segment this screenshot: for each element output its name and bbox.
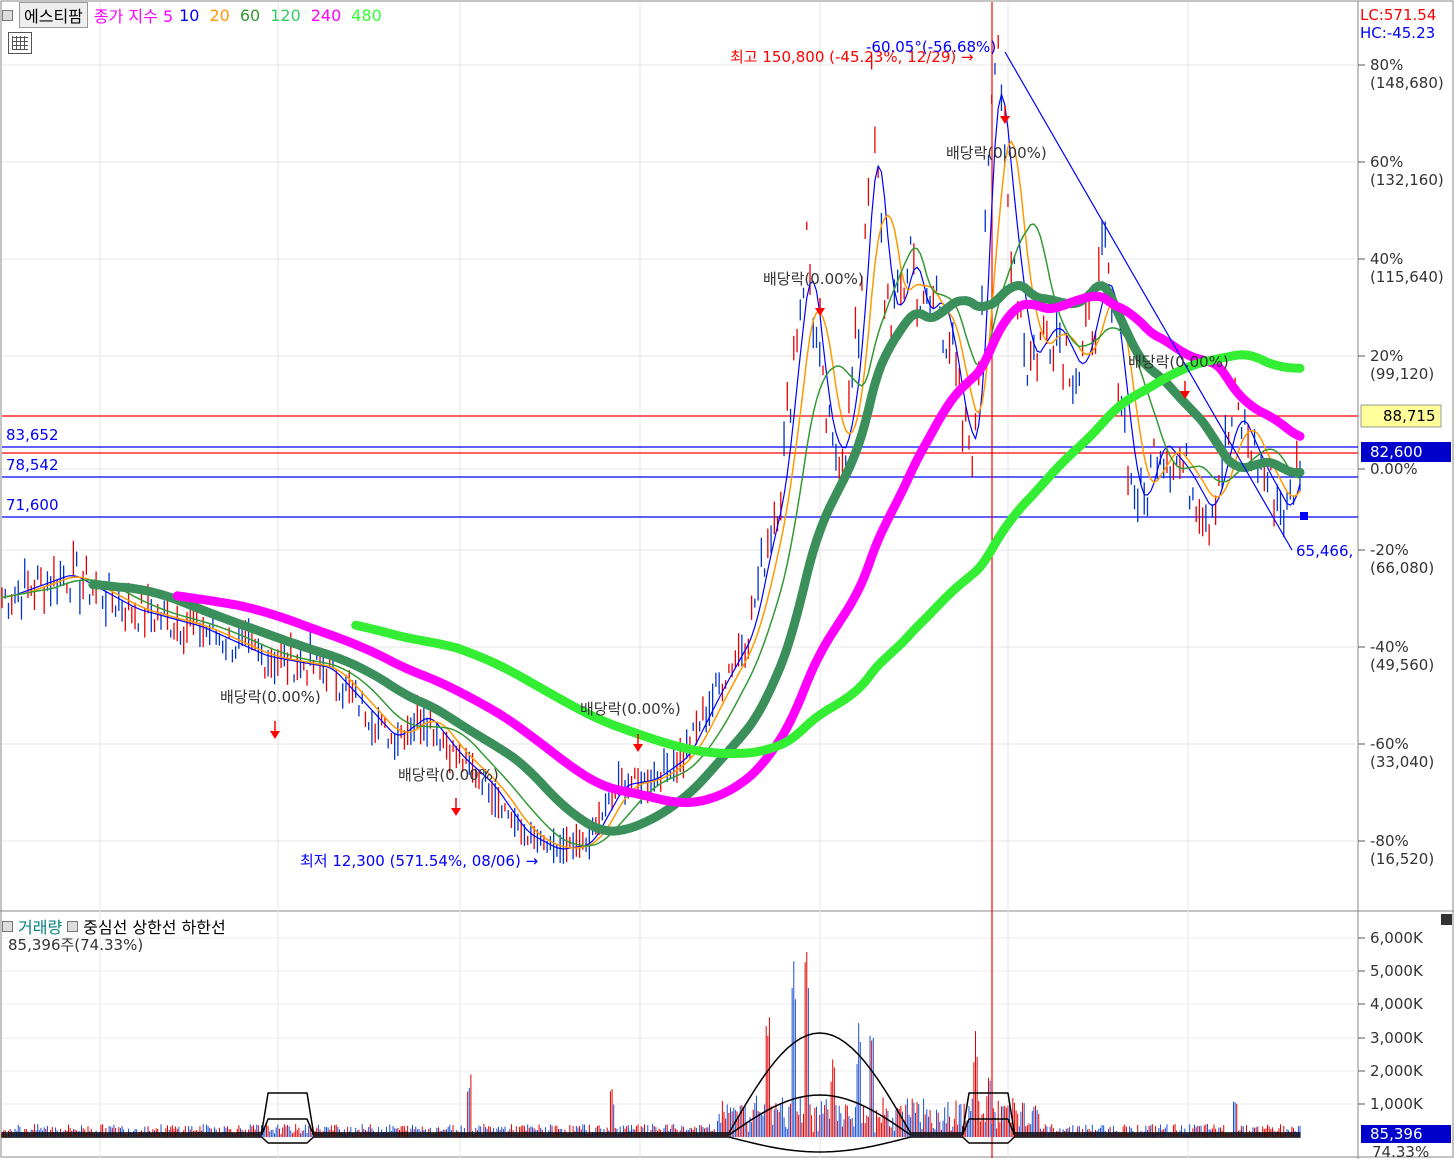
level-label-78542: 78,542 — [6, 456, 59, 474]
axis-label-price: (33,040) — [1370, 753, 1434, 771]
trend-label-65466: 65,466, — [1296, 542, 1353, 560]
volume-current: 85,396주(74.33%) — [8, 936, 143, 954]
chart-window: 80% (148,680) 60% (132,160) 40% (115,640) 20%(… — [0, 0, 1454, 1159]
low-annotation: 최저 12,300 (571.54%, 08/06) → — [300, 852, 538, 870]
ma-period-10[interactable]: 10 — [179, 6, 199, 25]
volume-title[interactable]: 거래량 — [18, 914, 62, 938]
axis-label-pct: -20% — [1370, 541, 1409, 559]
axis-label-pct: 20% — [1370, 347, 1403, 365]
last-price-marker — [1300, 512, 1308, 520]
axis-label-price: (99,120) — [1370, 365, 1434, 383]
volume-item-lower[interactable]: 하한선 — [182, 914, 226, 938]
close-icon[interactable] — [1441, 914, 1452, 925]
axis-label-price: (115,640) — [1370, 268, 1444, 286]
collapse-icon[interactable] — [67, 920, 79, 932]
indicator-label[interactable]: 종가 지수 5 — [94, 3, 173, 27]
chart-header: 에스티팜 종가 지수 5 10 20 60 120 240 480 — [2, 2, 382, 28]
table-icon[interactable] — [8, 32, 32, 54]
ma-period-60[interactable]: 60 — [240, 6, 260, 25]
axis-label-pct: -40% — [1370, 638, 1409, 656]
trend-annotation: -60.05°(-56.68%) — [866, 38, 996, 56]
volume-item-upper[interactable]: 상한선 — [132, 914, 176, 938]
ma-period-20[interactable]: 20 — [209, 6, 229, 25]
dividend-label: 배당락(0.00%) — [220, 688, 321, 706]
chart-frame — [0, 0, 1454, 1158]
dividend-label: 배당락(0.00%) — [763, 270, 864, 288]
hc-label: HC:-45.23 — [1360, 24, 1435, 42]
volume-badge-pct: 74.33% — [1372, 1143, 1429, 1159]
volume-axis-label: 5,000K — [1370, 962, 1424, 980]
axis-label-pct: 60% — [1370, 153, 1403, 171]
level-label-83652: 83,652 — [6, 426, 59, 444]
dividend-label: 배당락(0.00%) — [1128, 353, 1229, 371]
volume-axis-label: 1,000K — [1370, 1095, 1424, 1113]
volume-item-center[interactable]: 중심선 — [83, 914, 127, 938]
volume-upper-band — [1, 1032, 1301, 1134]
volume-badge-text: 85,396 — [1370, 1125, 1423, 1143]
price-chart[interactable]: 80%(148,680)60%(132,160)40%(115,640)20%(… — [0, 0, 1454, 1159]
axis-label-price: (132,160) — [1370, 171, 1444, 189]
volume-axis-label: 6,000K — [1370, 929, 1424, 947]
ma-240-line — [351, 350, 1305, 758]
dividend-label: 배당락(0.00%) — [946, 144, 1047, 162]
lc-label: LC:571.54 — [1360, 6, 1436, 24]
axis-label-pct: -80% — [1370, 832, 1409, 850]
volume-axis-label: 3,000K — [1370, 1029, 1424, 1047]
volume-header: 거래량 중심선 상한선 하한선 — [2, 914, 226, 938]
dividend-label: 배당락(0.00%) — [398, 766, 499, 784]
level-label-71600: 71,600 — [6, 496, 59, 514]
ticker-label[interactable]: 에스티팜 — [19, 2, 88, 28]
axis-label-pct: 80% — [1370, 56, 1403, 74]
axis-label-price: (66,080) — [1370, 559, 1434, 577]
ma-period-120[interactable]: 120 — [270, 6, 301, 25]
ma-period-480[interactable]: 480 — [351, 6, 382, 25]
volume-lower-band — [1, 1136, 1301, 1153]
volume-axis-label: 2,000K — [1370, 1062, 1424, 1080]
dividend-label: 배당락(0.00%) — [580, 700, 681, 718]
price-badge-red-text: 88,715 — [1383, 407, 1436, 425]
collapse-icon[interactable] — [2, 9, 13, 21]
volume-center-line — [1, 1094, 1301, 1136]
axis-label-price: (16,520) — [1370, 850, 1434, 868]
axis-label-pct: 40% — [1370, 250, 1403, 268]
dividend-arrow-head — [633, 744, 643, 752]
price-badge-blue-text: 82,600 — [1370, 443, 1423, 461]
collapse-icon[interactable] — [2, 920, 13, 932]
axis-label-pct: -60% — [1370, 735, 1409, 753]
ma-period-list: 10 20 60 120 240 480 — [179, 6, 382, 25]
volume-axis-label: 4,000K — [1370, 995, 1424, 1013]
axis-label-price: (49,560) — [1370, 656, 1434, 674]
axis-label-price: (148,680) — [1370, 74, 1444, 92]
axis-label-pct: 0.00% — [1370, 460, 1418, 478]
ma-period-240[interactable]: 240 — [311, 6, 342, 25]
